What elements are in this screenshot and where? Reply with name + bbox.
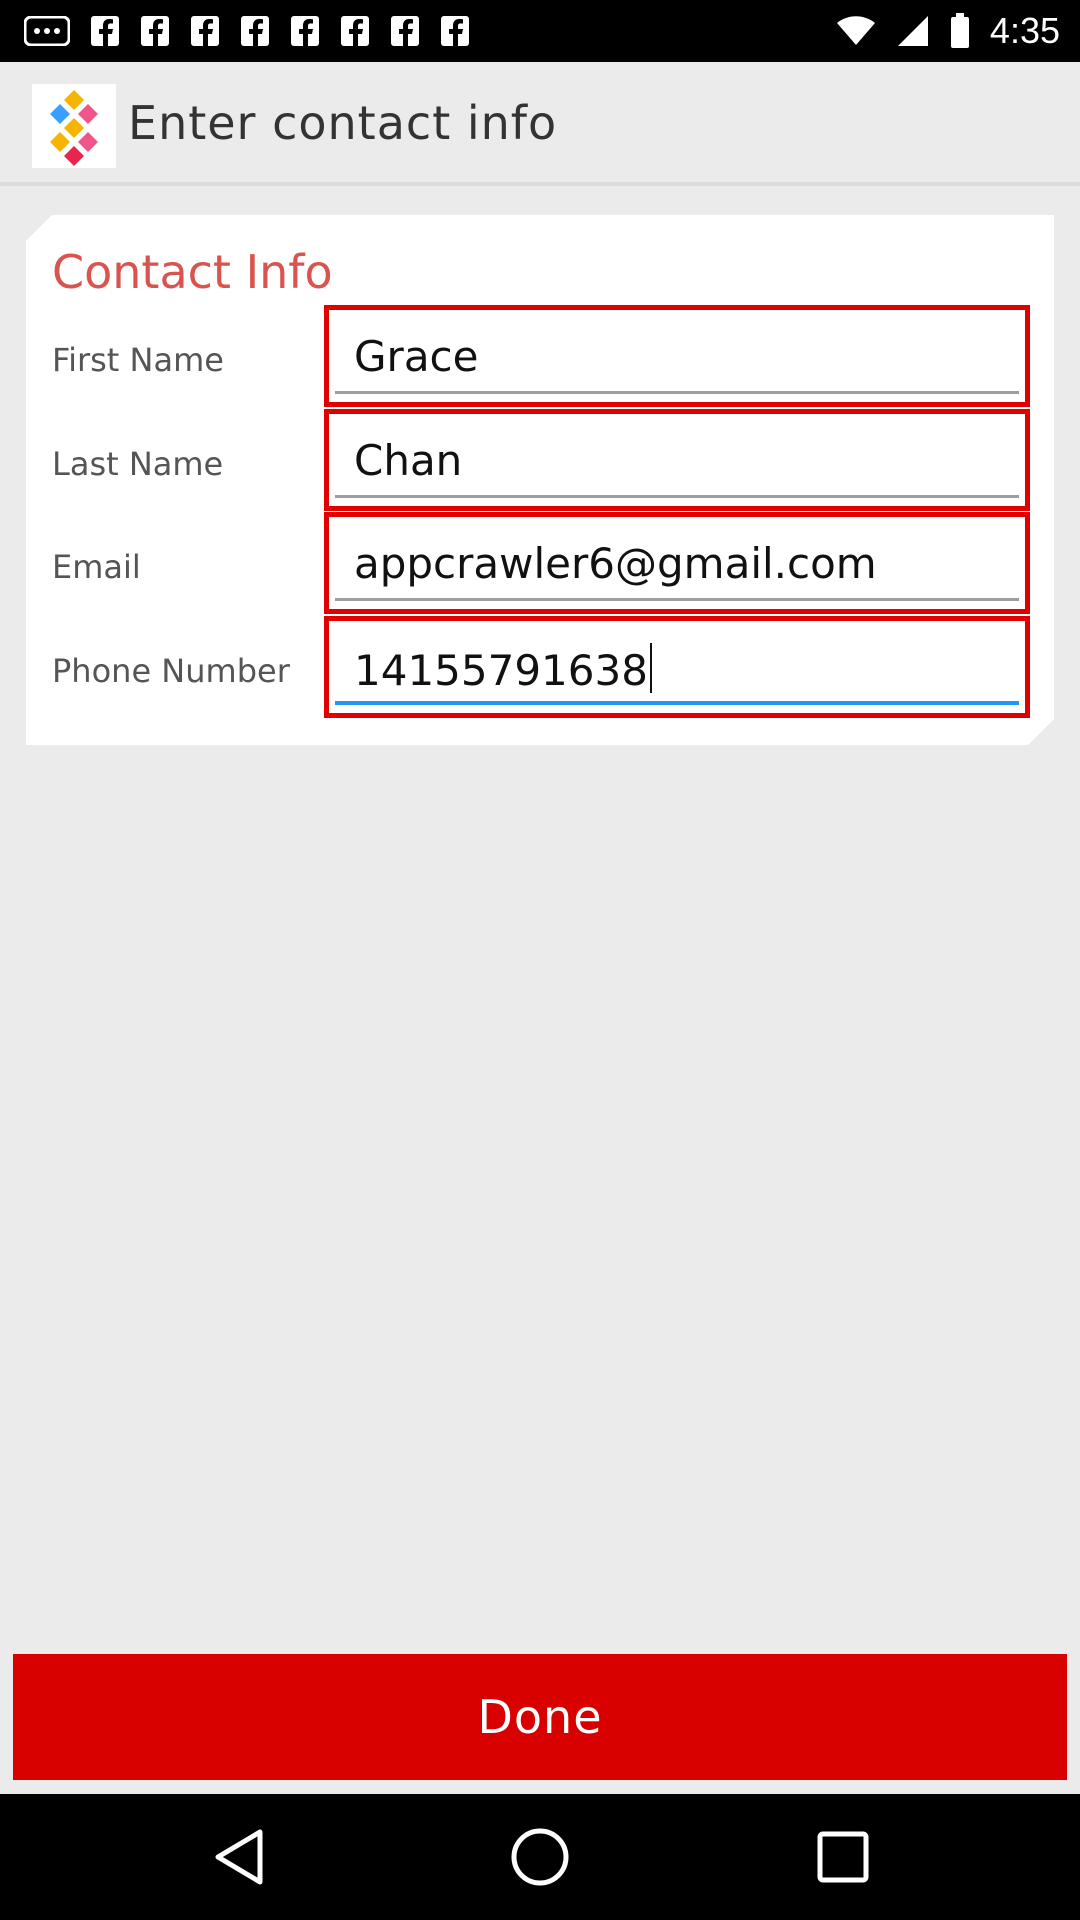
last-name-value: Chan: [354, 436, 463, 485]
field-underline: [335, 598, 1019, 601]
text-cursor: [650, 643, 652, 693]
email-label: Email: [52, 548, 141, 586]
back-icon[interactable]: [206, 1824, 272, 1890]
facebook-icon: [290, 15, 320, 47]
done-button[interactable]: Done: [13, 1654, 1067, 1780]
phone-number-text: 14155791638: [354, 646, 648, 695]
phone-number-value: 14155791638: [354, 643, 652, 695]
facebook-icon: [140, 15, 170, 47]
first-name-field[interactable]: Grace: [324, 305, 1030, 407]
last-name-field[interactable]: Chan: [324, 409, 1030, 511]
wifi-icon: [836, 15, 876, 47]
navigation-bar: [0, 1794, 1080, 1920]
section-heading: Contact Info: [52, 245, 333, 299]
field-underline: [335, 495, 1019, 498]
signal-icon: [896, 14, 930, 48]
facebook-icon: [440, 15, 470, 47]
battery-icon: [950, 13, 970, 49]
phone-number-label: Phone Number: [52, 652, 290, 690]
facebook-icon: [240, 15, 270, 47]
facebook-icon: [340, 15, 370, 47]
notification-icons: [24, 10, 470, 52]
email-value: appcrawler6@gmail.com: [354, 539, 877, 588]
facebook-icon: [390, 15, 420, 47]
facebook-icon: [90, 15, 120, 47]
contact-info-card: Contact Info First Name Grace Last Name …: [26, 215, 1054, 745]
email-field[interactable]: appcrawler6@gmail.com: [324, 512, 1030, 614]
last-name-label: Last Name: [52, 445, 224, 483]
home-icon[interactable]: [507, 1824, 573, 1890]
facebook-icon: [190, 15, 220, 47]
status-bar: 4:35: [0, 0, 1080, 62]
first-name-label: First Name: [52, 341, 224, 379]
field-underline: [335, 391, 1019, 394]
clock: 4:35: [989, 10, 1060, 51]
phone-number-field[interactable]: 14155791638: [324, 616, 1030, 718]
system-icons: 4:35: [836, 10, 1060, 52]
page-title: Enter contact info: [128, 96, 558, 150]
field-underline-focused: [335, 701, 1019, 705]
more-icon: [24, 16, 70, 46]
app-bar: Enter contact info: [0, 62, 1080, 186]
app-logo-icon: [32, 84, 116, 168]
recents-icon[interactable]: [810, 1824, 876, 1890]
first-name-value: Grace: [354, 332, 479, 381]
